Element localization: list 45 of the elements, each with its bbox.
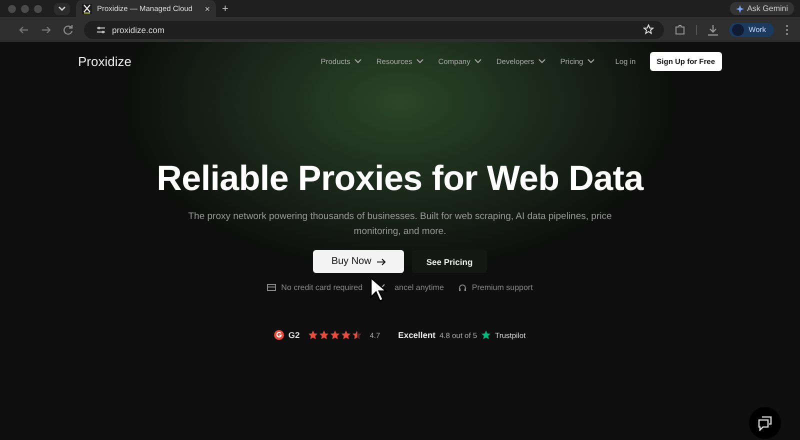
chevron-down-icon xyxy=(416,58,424,64)
chevron-down-icon xyxy=(354,58,362,64)
reload-icon[interactable] xyxy=(62,24,74,36)
buy-now-button[interactable]: Buy Now xyxy=(313,250,404,273)
g2-label: G2 xyxy=(288,330,300,340)
star-icon[interactable] xyxy=(642,24,654,35)
extensions-icon[interactable] xyxy=(674,24,686,36)
headphones-icon xyxy=(458,283,467,292)
star-icon xyxy=(318,330,329,340)
feature-text: ancel anytime xyxy=(394,283,444,292)
chat-button[interactable] xyxy=(749,407,781,439)
card-icon xyxy=(267,283,276,292)
tune-icon xyxy=(96,24,106,34)
feature-text: Premium support xyxy=(472,283,533,292)
rating-word: Excellent xyxy=(398,330,436,340)
see-pricing-button[interactable]: See Pricing xyxy=(412,250,487,273)
arrow-right-icon xyxy=(377,258,386,266)
ask-button[interactable]: Ask Gemini xyxy=(730,2,794,15)
chat-icon xyxy=(757,415,773,431)
chevron-down-icon xyxy=(474,58,482,64)
favicon-icon xyxy=(82,4,92,14)
cursor-icon xyxy=(370,277,388,303)
download-icon[interactable] xyxy=(706,24,719,36)
avatar-icon xyxy=(732,24,744,36)
forward-icon[interactable] xyxy=(40,24,52,36)
hero-title: Reliable Proxies for Web Data xyxy=(156,159,644,199)
feature-text: No credit card required xyxy=(281,283,363,292)
chevron-down-icon[interactable] xyxy=(54,2,70,14)
chevron-down-icon xyxy=(538,58,546,64)
star-icon xyxy=(481,330,492,340)
address-field[interactable]: proxidize.com xyxy=(84,20,664,38)
new-tab-button[interactable]: + xyxy=(222,2,228,14)
chevron-down-icon xyxy=(587,58,596,64)
g2-logo-icon xyxy=(274,330,284,340)
url-text: proxidize.com xyxy=(112,24,164,34)
star-icon xyxy=(330,330,340,340)
more-icon[interactable] xyxy=(784,24,790,36)
back-icon[interactable] xyxy=(18,24,30,36)
star-icon xyxy=(308,330,318,340)
logo[interactable]: Proxidize xyxy=(78,54,132,68)
close-icon[interactable]: × xyxy=(204,4,210,14)
hero-subtitle: The proxy network powering thousands of businesses. Built for web scraping, AI data pipelines, price monitoring, and more. xyxy=(187,210,613,239)
sparkle-icon xyxy=(736,4,744,12)
star-icon xyxy=(352,330,362,340)
star-icon xyxy=(340,330,351,340)
